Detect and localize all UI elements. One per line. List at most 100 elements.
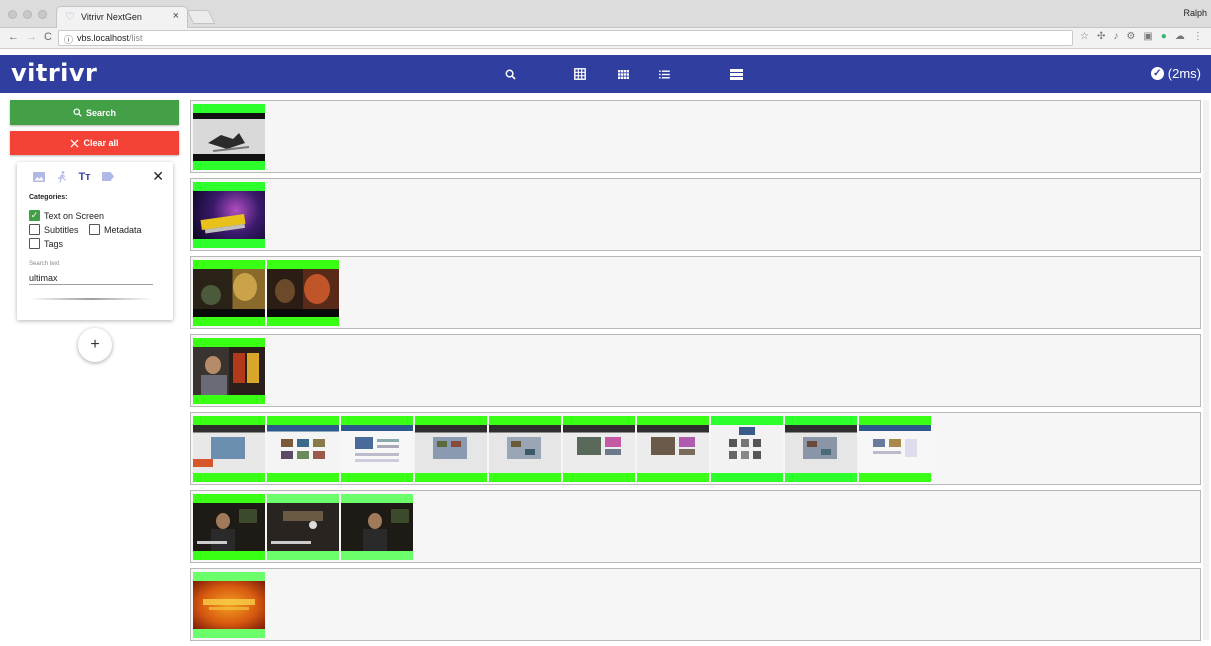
result-thumbnail[interactable] bbox=[563, 416, 635, 482]
window-controls bbox=[8, 10, 47, 19]
forward-arrow-icon[interactable]: → bbox=[26, 31, 37, 43]
address-bar[interactable]: ⓘ vbs.localhost/list bbox=[58, 30, 1073, 46]
checkbox-label: Tags bbox=[44, 238, 64, 249]
thumbnail-image bbox=[637, 425, 709, 473]
thumbnail-image bbox=[785, 425, 857, 473]
search-icon bbox=[505, 69, 516, 80]
result-thumbnail[interactable] bbox=[341, 416, 413, 482]
thumbnail-image bbox=[859, 425, 931, 473]
motion-query-tab[interactable] bbox=[55, 170, 68, 183]
label-icon bbox=[101, 172, 114, 181]
thumbnail-image bbox=[193, 191, 265, 239]
thumbnail-image bbox=[193, 347, 265, 395]
search-text-input[interactable] bbox=[29, 269, 153, 285]
browser-tab[interactable]: ♡ Vitrivr NextGen × bbox=[56, 6, 188, 29]
result-row bbox=[190, 490, 1201, 563]
browser-extension-icons: ☆ ✣ ♪ ⚙ ▣ ● ☁ ⋮ bbox=[1080, 31, 1203, 42]
compact-grid-view-button[interactable] bbox=[609, 55, 637, 93]
checkbox-unchecked-icon[interactable] bbox=[29, 224, 40, 235]
result-thumbnail[interactable] bbox=[193, 260, 265, 326]
query-weight-slider[interactable] bbox=[29, 298, 153, 300]
thumbnail-image bbox=[193, 113, 265, 161]
image-query-tab[interactable] bbox=[32, 170, 45, 183]
running-figure-icon bbox=[57, 170, 66, 183]
result-row bbox=[190, 412, 1201, 485]
checkbox-label: Metadata bbox=[104, 224, 142, 235]
vitrivr-logo[interactable]: vitrivr bbox=[11, 59, 97, 87]
checkbox-tags[interactable]: Tags bbox=[29, 238, 63, 249]
result-thumbnail[interactable] bbox=[193, 338, 265, 404]
gallery-view-button[interactable] bbox=[566, 55, 594, 93]
results-scrollbar[interactable] bbox=[1203, 100, 1209, 640]
extension-gear-icon[interactable]: ⚙ bbox=[1126, 31, 1135, 42]
checkbox-metadata[interactable]: Metadata bbox=[89, 224, 142, 235]
list-view-button[interactable] bbox=[650, 55, 678, 93]
search-text-label: Search text bbox=[29, 261, 60, 267]
thumbnail-image bbox=[341, 425, 413, 473]
zoom-window-button[interactable] bbox=[38, 10, 47, 19]
result-thumbnail[interactable] bbox=[193, 416, 265, 482]
search-button-label: Search bbox=[85, 107, 117, 118]
checkbox-unchecked-icon[interactable] bbox=[89, 224, 100, 235]
thumbnail-image bbox=[489, 425, 561, 473]
minimize-window-button[interactable] bbox=[23, 10, 32, 19]
extension-puzzle-icon[interactable]: ✣ bbox=[1097, 31, 1105, 42]
thumbnail-image bbox=[711, 425, 783, 473]
plus-icon: + bbox=[90, 336, 100, 353]
segment-list-view-button[interactable] bbox=[722, 55, 750, 93]
query-status: ✓ (2ms) bbox=[1150, 66, 1201, 81]
url-path: /list bbox=[129, 33, 143, 43]
checkbox-checked-icon[interactable]: ✓ bbox=[29, 210, 40, 221]
result-thumbnail[interactable] bbox=[341, 494, 413, 560]
search-icon bbox=[73, 108, 82, 117]
checkbox-text-on-screen[interactable]: ✓ Text on Screen bbox=[29, 210, 104, 221]
thumbnail-image bbox=[341, 503, 413, 551]
result-thumbnail[interactable] bbox=[489, 416, 561, 482]
extension-square-icon[interactable]: ▣ bbox=[1143, 31, 1152, 42]
result-thumbnail[interactable] bbox=[267, 416, 339, 482]
result-thumbnail[interactable] bbox=[415, 416, 487, 482]
result-thumbnail[interactable] bbox=[711, 416, 783, 482]
result-thumbnail[interactable] bbox=[267, 260, 339, 326]
categories-label: Categories: bbox=[29, 194, 68, 201]
result-thumbnail[interactable] bbox=[267, 494, 339, 560]
result-thumbnail[interactable] bbox=[193, 182, 265, 248]
close-window-button[interactable] bbox=[8, 10, 17, 19]
image-icon bbox=[32, 171, 45, 182]
site-info-icon[interactable]: ⓘ bbox=[64, 33, 73, 46]
search-button[interactable]: Search bbox=[10, 100, 179, 125]
checkbox-subtitles[interactable]: Subtitles bbox=[29, 224, 79, 235]
tab-close-icon[interactable]: × bbox=[173, 10, 179, 22]
extension-cloud-icon[interactable]: ☁ bbox=[1175, 31, 1185, 42]
result-row bbox=[190, 178, 1201, 251]
browser-tab-strip: ♡ Vitrivr NextGen × Ralph bbox=[0, 0, 1211, 29]
close-icon[interactable]: ✕ bbox=[152, 168, 164, 185]
search-view-button[interactable] bbox=[496, 55, 524, 93]
result-row bbox=[190, 568, 1201, 641]
bookmark-star-icon[interactable]: ☆ bbox=[1080, 31, 1089, 42]
result-thumbnail[interactable] bbox=[637, 416, 709, 482]
back-arrow-icon[interactable]: ← bbox=[8, 31, 19, 43]
checkbox-unchecked-icon[interactable] bbox=[29, 238, 40, 249]
grid-large-icon bbox=[574, 68, 586, 80]
extension-green-circle-icon[interactable]: ● bbox=[1161, 31, 1167, 42]
extension-figure-icon[interactable]: ♪ bbox=[1113, 31, 1118, 42]
query-type-tabs: Tт bbox=[32, 170, 114, 183]
reload-icon[interactable]: C bbox=[44, 31, 52, 43]
new-tab-button[interactable] bbox=[186, 10, 216, 24]
result-thumbnail[interactable] bbox=[193, 572, 265, 638]
browser-profile-name[interactable]: Ralph bbox=[1183, 8, 1207, 18]
thumbnail-image bbox=[267, 425, 339, 473]
result-thumbnail[interactable] bbox=[193, 104, 265, 170]
result-thumbnail[interactable] bbox=[193, 494, 265, 560]
tag-query-tab[interactable] bbox=[101, 170, 114, 183]
browser-menu-icon[interactable]: ⋮ bbox=[1193, 31, 1203, 42]
result-thumbnail[interactable] bbox=[785, 416, 857, 482]
add-query-term-button[interactable]: + bbox=[78, 328, 112, 362]
clear-all-button[interactable]: Clear all bbox=[10, 131, 179, 155]
result-row bbox=[190, 256, 1201, 329]
grid-small-icon bbox=[617, 69, 629, 79]
check-circle-icon: ✓ bbox=[1150, 67, 1164, 80]
result-thumbnail[interactable] bbox=[859, 416, 931, 482]
text-query-tab[interactable]: Tт bbox=[78, 170, 91, 183]
